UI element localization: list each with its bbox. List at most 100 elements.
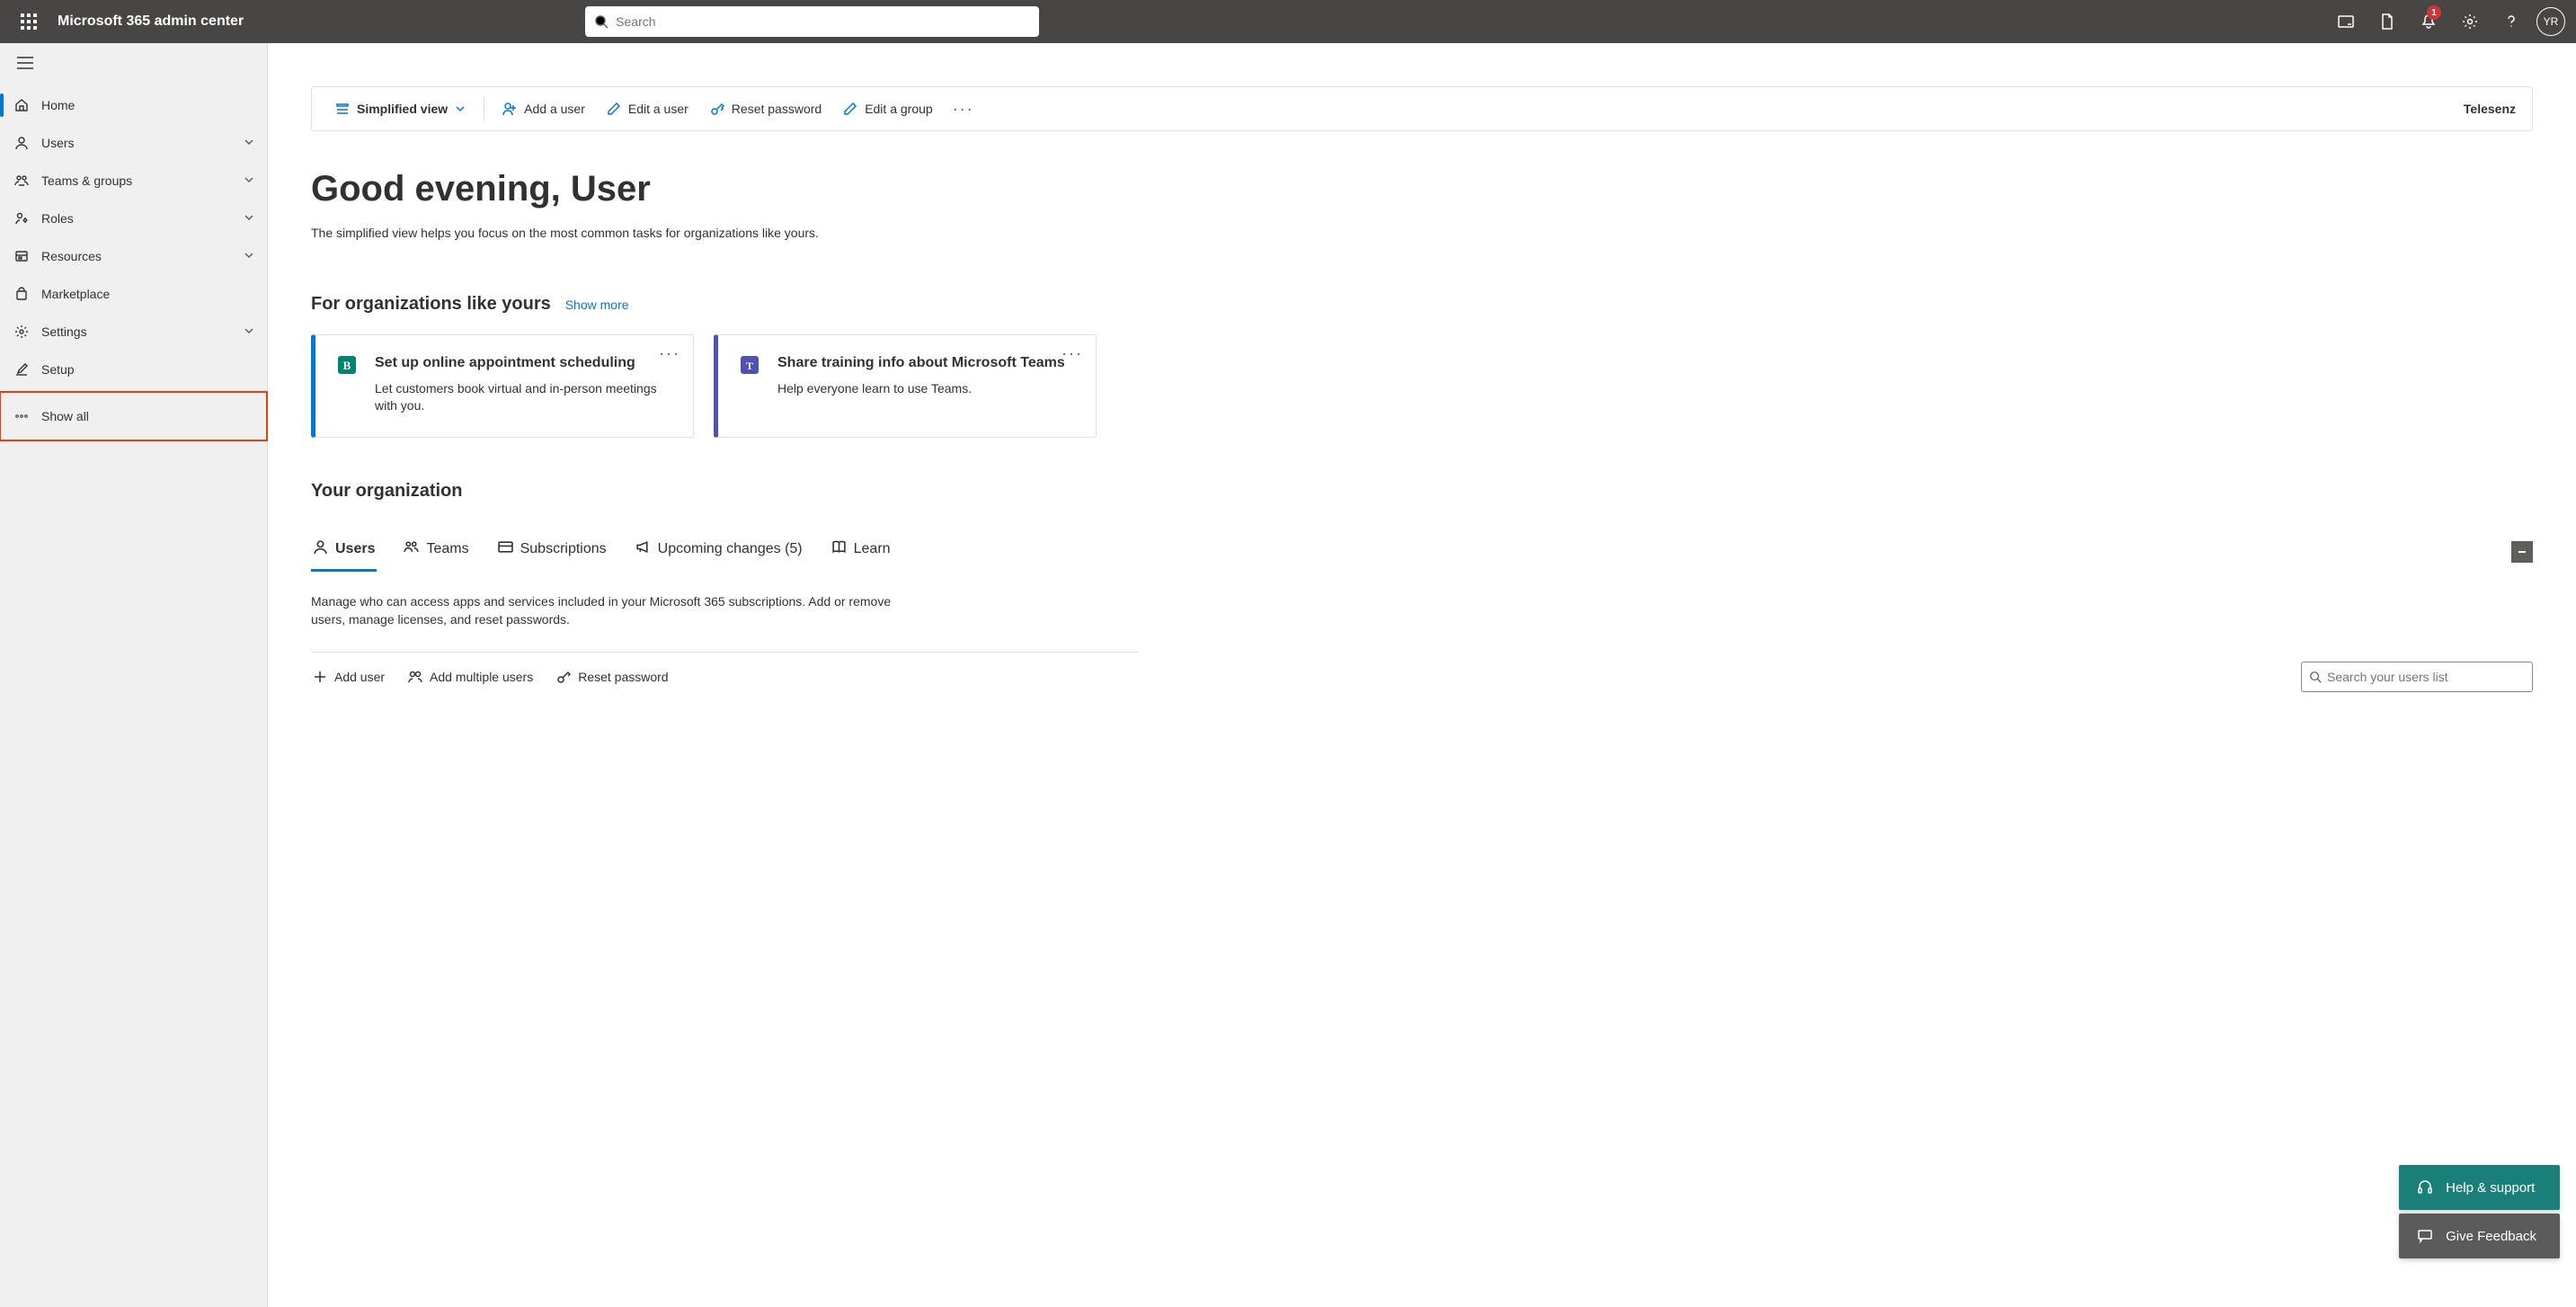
sidebar-item-resources[interactable]: Resources — [0, 237, 267, 275]
setup-icon — [9, 362, 34, 377]
suggestions-heading: For organizations like yours — [311, 294, 551, 315]
greeting-title: Good evening, User — [311, 169, 2533, 209]
sidebar-item-label: Marketplace — [41, 287, 254, 301]
search-input[interactable] — [616, 14, 1030, 29]
reset-password-label: Reset password — [732, 102, 822, 116]
marketplace-icon — [9, 287, 34, 301]
reset-password-action[interactable]: Reset password — [555, 664, 670, 689]
sidebar-item-teams-groups[interactable]: Teams & groups — [0, 162, 267, 200]
tab-label: Users — [335, 541, 375, 557]
suggestion-card[interactable]: ··· B Set up online appointment scheduli… — [311, 334, 694, 438]
settings-button[interactable] — [2450, 0, 2490, 43]
user-icon — [313, 539, 328, 559]
add-multiple-label: Add multiple users — [430, 670, 533, 684]
shell-file-icon[interactable] — [2367, 0, 2407, 43]
sidebar-item-settings[interactable]: Settings — [0, 313, 267, 351]
sidebar-item-roles[interactable]: Roles — [0, 200, 267, 237]
tab-label: Learn — [854, 541, 891, 557]
give-feedback-label: Give Feedback — [2446, 1229, 2536, 1244]
tab-label: Subscriptions — [520, 541, 607, 557]
bookings-icon: B — [335, 353, 359, 377]
chevron-down-icon — [244, 136, 254, 150]
minus-icon — [2517, 547, 2527, 557]
add-multiple-users-action[interactable]: Add multiple users — [406, 664, 535, 689]
greeting-subtitle: The simplified view helps you focus on t… — [311, 226, 2533, 240]
user-icon — [9, 136, 34, 150]
tab-upcoming-changes-5-[interactable]: Upcoming changes (5) — [634, 532, 804, 572]
left-navigation: Home Users Teams & groups Roles Resource… — [0, 43, 268, 1307]
sidebar-item-label: Home — [41, 98, 254, 112]
key-icon — [710, 102, 724, 116]
tab-learn[interactable]: Learn — [830, 532, 893, 572]
help-support-label: Help & support — [2446, 1180, 2535, 1196]
hamburger-icon — [17, 57, 33, 69]
edit-group-button[interactable]: Edit a group — [836, 96, 940, 121]
tab-description: Manage who can access apps and services … — [311, 592, 895, 629]
plus-icon — [313, 670, 327, 684]
card-icon — [498, 539, 513, 559]
sidebar-item-label: Roles — [41, 211, 244, 226]
megaphone-icon — [635, 539, 651, 559]
svg-text:B: B — [343, 359, 351, 372]
card-title: Share training info about Microsoft Team… — [777, 353, 1076, 373]
tab-teams[interactable]: Teams — [402, 532, 470, 572]
pencil-icon — [607, 102, 621, 116]
app-launcher-button[interactable] — [7, 0, 50, 43]
simplified-view-dropdown[interactable]: Simplified view — [328, 96, 473, 121]
chevron-down-icon — [244, 211, 254, 226]
collapse-section-button[interactable] — [2511, 541, 2533, 563]
settings-icon — [9, 325, 34, 339]
chevron-down-icon — [244, 173, 254, 188]
help-button[interactable] — [2492, 0, 2531, 43]
tab-subscriptions[interactable]: Subscriptions — [496, 532, 608, 572]
user-search[interactable] — [2301, 662, 2533, 692]
card-more-button[interactable]: ··· — [659, 344, 680, 363]
add-users-icon — [408, 670, 422, 684]
headset-icon — [2417, 1179, 2433, 1196]
nav-collapse-button[interactable] — [13, 50, 38, 76]
chevron-down-icon — [455, 103, 466, 114]
action-toolbar: Simplified view Add a user Edit a user R… — [311, 86, 2533, 131]
add-user-button[interactable]: Add a user — [495, 96, 592, 121]
sidebar-item-label: Resources — [41, 249, 244, 263]
key-icon — [556, 670, 571, 684]
sidebar-item-setup[interactable]: Setup — [0, 351, 267, 388]
pencil-icon — [843, 102, 857, 116]
add-user-action[interactable]: Add user — [311, 664, 386, 689]
reset-password-button[interactable]: Reset password — [703, 96, 829, 121]
add-user-action-label: Add user — [334, 670, 385, 684]
document-icon — [2379, 13, 2395, 30]
sidebar-item-label: Users — [41, 136, 244, 150]
edit-user-button[interactable]: Edit a user — [600, 96, 696, 121]
give-feedback-button[interactable]: Give Feedback — [2399, 1214, 2560, 1258]
sidebar-item-users[interactable]: Users — [0, 124, 267, 162]
help-icon — [2503, 13, 2519, 30]
tab-users[interactable]: Users — [311, 532, 377, 572]
suggestion-card[interactable]: ··· T Share training info about Microsof… — [714, 334, 1097, 438]
global-search[interactable] — [585, 6, 1039, 37]
book-icon — [831, 539, 847, 559]
card-icon — [2338, 13, 2354, 30]
card-more-button[interactable]: ··· — [1061, 344, 1083, 363]
shell-card-icon[interactable] — [2326, 0, 2366, 43]
feedback-icon — [2417, 1228, 2433, 1244]
search-icon — [2309, 671, 2322, 683]
teams-icon: T — [738, 353, 761, 377]
account-avatar[interactable]: YR — [2536, 7, 2565, 36]
sidebar-item-home[interactable]: Home — [0, 86, 267, 124]
card-description: Help everyone learn to use Teams. — [777, 380, 1076, 398]
sidebar-item-show-all[interactable]: Show all — [0, 392, 267, 440]
add-user-icon — [502, 102, 517, 116]
app-header: Microsoft 365 admin center 1 YR — [0, 0, 2576, 43]
roles-icon — [9, 211, 34, 226]
notifications-button[interactable]: 1 — [2409, 0, 2448, 43]
show-more-link[interactable]: Show more — [565, 298, 629, 312]
sidebar-item-marketplace[interactable]: Marketplace — [0, 275, 267, 313]
help-support-button[interactable]: Help & support — [2399, 1165, 2560, 1210]
resources-icon — [9, 249, 34, 263]
chevron-down-icon — [244, 249, 254, 263]
sidebar-item-label: Settings — [41, 325, 244, 339]
float-buttons: Help & support Give Feedback — [2399, 1165, 2560, 1258]
user-search-input[interactable] — [2327, 670, 2525, 684]
toolbar-more-button[interactable]: ··· — [947, 100, 980, 119]
